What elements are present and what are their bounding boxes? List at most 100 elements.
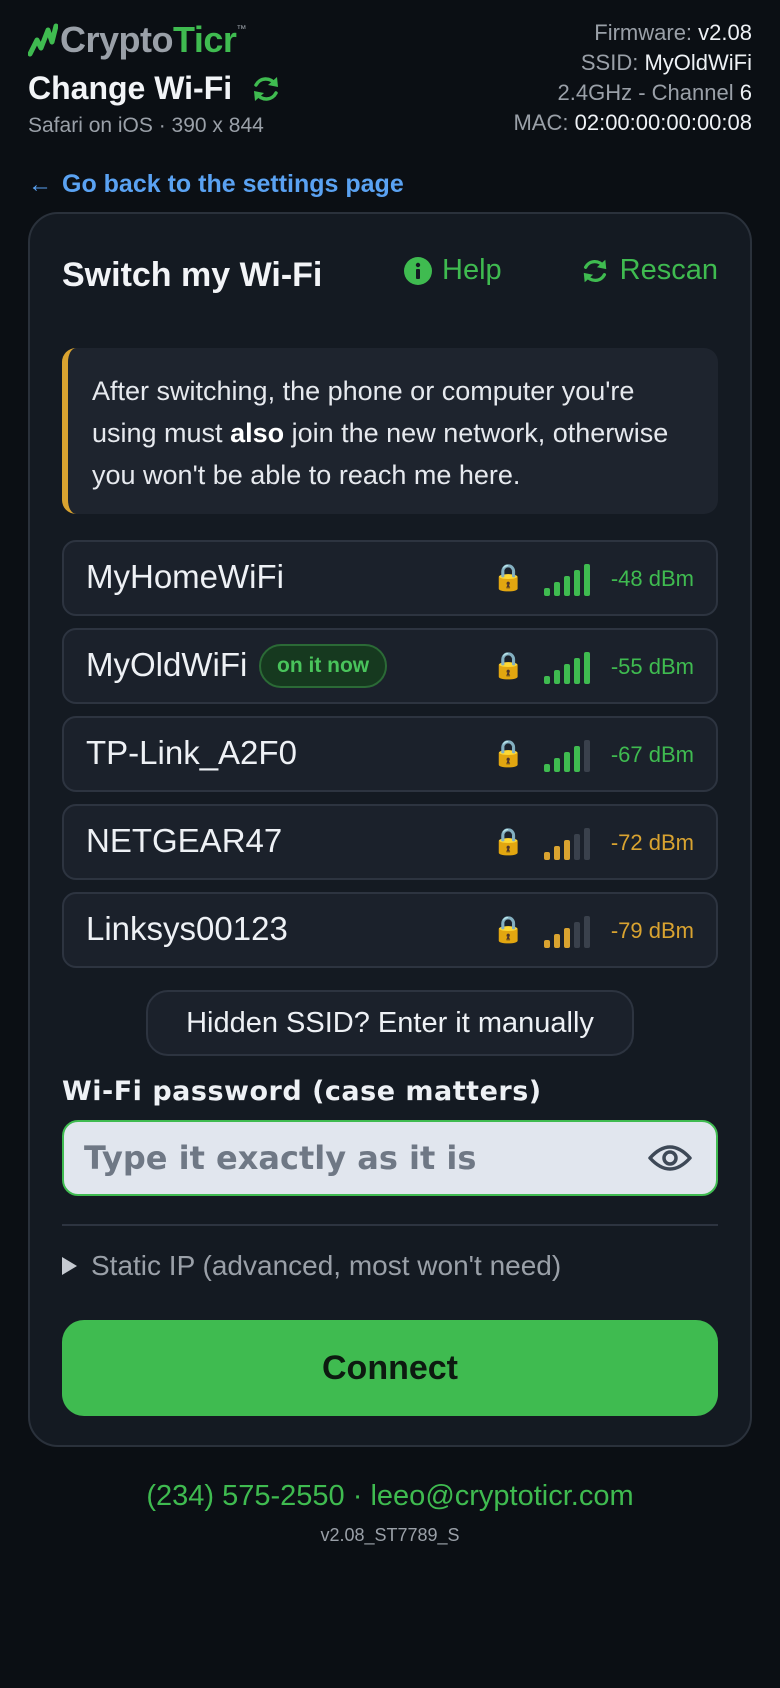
notice-emphasis: also (230, 418, 285, 448)
signal-strength: -72 dBm (610, 830, 694, 855)
refresh-icon[interactable] (250, 73, 282, 105)
signal-bar (554, 582, 560, 596)
mac-value: 02:00:00:00:00:08 (574, 110, 752, 135)
firmware-line: Firmware: v2.08 (594, 20, 752, 45)
network-row[interactable]: MyHomeWiFi 🔒 -48 dBm (62, 540, 718, 616)
signal-bars-icon (544, 736, 592, 772)
switch-notice: After switching, the phone or computer y… (62, 348, 718, 514)
brand-logo: Crypto Ticr ™ (28, 19, 247, 60)
trademark: ™ (236, 24, 247, 35)
signal-bar (564, 664, 570, 684)
back-link-label: Go back to the settings page (62, 170, 404, 198)
lock-icon: 🔒 (492, 738, 525, 768)
rescan-label: Rescan (619, 254, 718, 286)
page-title-row: Change Wi-Fi (28, 70, 282, 107)
info-icon (404, 256, 432, 285)
network-row[interactable]: Linksys00123 🔒 -79 dBm (62, 892, 718, 968)
lock-icon: 🔒 (492, 650, 525, 680)
signal-bar (584, 740, 590, 772)
signal-bar (574, 746, 580, 772)
static-ip-toggle[interactable]: Static IP (advanced, most won't need) (62, 1250, 561, 1282)
network-ssid: NETGEAR47 (86, 822, 283, 859)
brand-word-2: Ticr (173, 19, 237, 60)
signal-bar (554, 670, 560, 684)
lock-icon: 🔒 (492, 826, 525, 856)
signal-strength: -48 dBm (610, 566, 694, 591)
channel-value: 6 (739, 80, 752, 105)
signal-bar (584, 828, 590, 860)
switch-wifi-card: Switch my Wi-Fi Help Rescan After switch… (28, 212, 752, 1447)
phone-link[interactable]: (234) 575-2550 (146, 1480, 344, 1512)
network-ssid: MyOldWiFi (86, 646, 248, 683)
channel-line: 2.4GHz - Channel 6 (557, 80, 752, 105)
email-link[interactable]: leeo@cryptoticr.com (370, 1480, 633, 1512)
firmware-build: v2.08_ST7789_S (320, 1525, 460, 1545)
refresh-icon (583, 259, 606, 282)
signal-strength: -55 dBm (610, 654, 694, 679)
header: Crypto Ticr ™ Change Wi-Fi Safari on iOS… (28, 18, 752, 148)
browser-subtitle: Safari on iOS · 390 x 844 (28, 114, 264, 137)
signal-bar (544, 764, 550, 772)
password-input[interactable] (84, 1122, 624, 1194)
back-arrow-icon: ← (28, 170, 52, 198)
divider (62, 1224, 718, 1226)
device-info: Firmware: v2.08 SSID: MyOldWiFi 2.4GHz -… (513, 18, 752, 138)
back-to-settings-link[interactable]: ← Go back to the settings page (28, 170, 404, 199)
signal-bar (574, 922, 580, 948)
network-row[interactable]: TP-Link_A2F0 🔒 -67 dBm (62, 716, 718, 792)
lock-icon: 🔒 (492, 914, 525, 944)
signal-bars-icon (544, 912, 592, 948)
network-ssid: TP-Link_A2F0 (86, 734, 297, 771)
eye-icon[interactable] (648, 1138, 692, 1178)
footer-separator: · (344, 1480, 371, 1512)
signal-bars-icon (544, 560, 592, 596)
signal-bar (584, 916, 590, 948)
signal-bar (584, 652, 590, 684)
mac-line: MAC: 02:00:00:00:00:08 (513, 110, 752, 135)
network-row[interactable]: MyOldWiFi on it now 🔒 -55 dBm (62, 628, 718, 704)
signal-bar (544, 940, 550, 948)
help-button[interactable]: Help (404, 254, 502, 287)
firmware-value: v2.08 (698, 20, 752, 45)
signal-bar (564, 840, 570, 860)
signal-bar (544, 588, 550, 596)
rescan-button[interactable]: Rescan (580, 254, 718, 287)
cryptoticr-logo-icon (28, 23, 58, 57)
network-ssid: MyHomeWiFi (86, 558, 284, 595)
connect-button[interactable]: Connect (62, 1320, 718, 1416)
card-title: Switch my Wi-Fi (62, 256, 323, 294)
signal-bar (564, 752, 570, 772)
static-ip-label: Static IP (advanced, most won't need) (91, 1250, 562, 1281)
card-header: Switch my Wi-Fi Help Rescan (62, 254, 718, 298)
signal-bar (564, 576, 570, 596)
network-row[interactable]: NETGEAR47 🔒 -72 dBm (62, 804, 718, 880)
footer-contact: (234) 575-2550 · leeo@cryptoticr.com (0, 1480, 780, 1513)
password-field-wrapper (62, 1120, 718, 1196)
signal-strength: -67 dBm (610, 742, 694, 767)
brand-word-1: Crypto (60, 19, 174, 60)
help-label: Help (442, 254, 502, 286)
signal-bar (574, 570, 580, 596)
page-title: Change Wi-Fi (28, 70, 233, 106)
network-ssid: Linksys00123 (86, 910, 288, 947)
signal-bar (564, 928, 570, 948)
signal-bar (574, 834, 580, 860)
triangle-right-icon (62, 1257, 77, 1275)
signal-bars-icon (544, 648, 592, 684)
network-list: MyHomeWiFi 🔒 -48 dBm MyOldWiFi on it now 🔒 -55… (62, 540, 718, 980)
password-label: Wi-Fi password (case matters) (62, 1076, 542, 1107)
signal-bar (574, 658, 580, 684)
connected-badge: on it now (259, 644, 388, 688)
signal-bar (544, 676, 550, 684)
signal-strength: -79 dBm (610, 918, 694, 943)
signal-bar (544, 852, 550, 860)
ssid-line: SSID: MyOldWiFi (580, 50, 752, 75)
manual-ssid-button[interactable]: Hidden SSID? Enter it manually (146, 990, 634, 1056)
signal-bar (554, 846, 560, 860)
lock-icon: 🔒 (492, 562, 525, 592)
signal-bar (584, 564, 590, 596)
signal-bars-icon (544, 824, 592, 860)
signal-bar (554, 934, 560, 948)
signal-bar (554, 758, 560, 772)
ssid-value: MyOldWiFi (644, 50, 752, 75)
